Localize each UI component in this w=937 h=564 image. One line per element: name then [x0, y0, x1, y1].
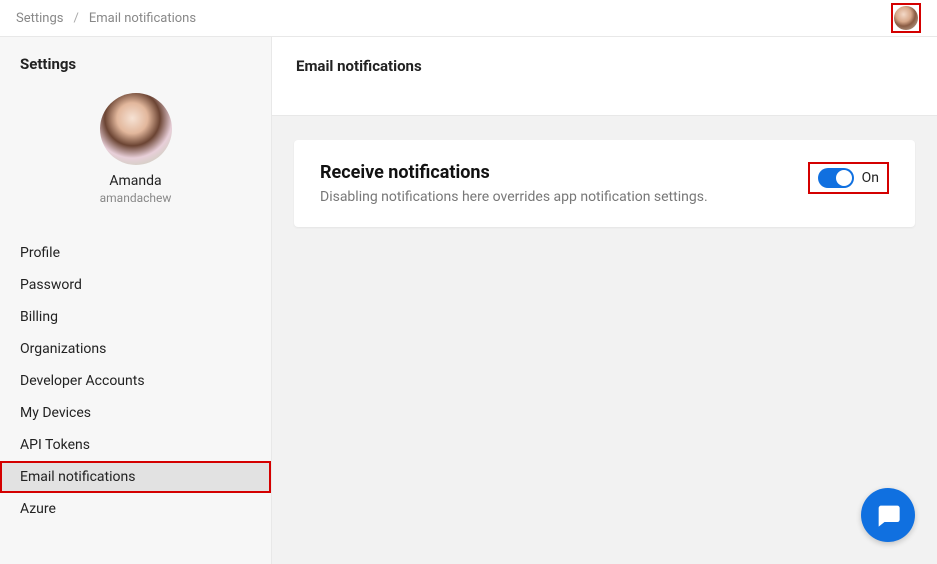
- content-wrap: Settings Amanda amandachew Profile Passw…: [0, 36, 937, 564]
- toggle-knob-icon: [836, 170, 852, 186]
- sidebar-item-my-devices[interactable]: My Devices: [0, 397, 271, 429]
- top-avatar-callout: [891, 3, 921, 33]
- toggle-callout: On: [808, 162, 889, 194]
- profile-avatar-icon[interactable]: [100, 93, 172, 165]
- sidebar-item-password[interactable]: Password: [0, 269, 271, 301]
- receive-notifications-card: Receive notifications Disabling notifica…: [294, 140, 915, 227]
- chat-support-button[interactable]: [861, 488, 915, 542]
- settings-sidebar: Settings Amanda amandachew Profile Passw…: [0, 37, 272, 564]
- sidebar-item-developer-accounts[interactable]: Developer Accounts: [0, 365, 271, 397]
- sidebar-item-organizations[interactable]: Organizations: [0, 333, 271, 365]
- main-panel: Email notifications Receive notification…: [272, 37, 937, 564]
- profile-block: Amanda amandachew: [0, 85, 271, 223]
- sidebar-item-azure[interactable]: Azure: [0, 493, 271, 525]
- chat-icon: [874, 501, 902, 529]
- main-header: Email notifications: [272, 37, 937, 116]
- sidebar-heading: Settings: [0, 37, 271, 85]
- sidebar-item-billing[interactable]: Billing: [0, 301, 271, 333]
- card-text-block: Receive notifications Disabling notifica…: [320, 162, 808, 205]
- card-title: Receive notifications: [320, 162, 808, 183]
- toggle-state-label: On: [862, 170, 879, 186]
- profile-username: amandachew: [100, 191, 172, 205]
- breadcrumb-root-link[interactable]: Settings: [16, 11, 63, 26]
- breadcrumb: Settings / Email notifications: [16, 11, 196, 26]
- profile-name: Amanda: [109, 173, 161, 189]
- page-title: Email notifications: [296, 57, 913, 75]
- top-bar: Settings / Email notifications: [0, 0, 937, 36]
- sidebar-item-email-notifications[interactable]: Email notifications: [0, 461, 271, 493]
- breadcrumb-current: Email notifications: [89, 11, 196, 26]
- user-avatar-icon[interactable]: [894, 6, 918, 30]
- breadcrumb-separator: /: [73, 11, 78, 26]
- sidebar-item-api-tokens[interactable]: API Tokens: [0, 429, 271, 461]
- sidebar-item-profile[interactable]: Profile: [0, 237, 271, 269]
- card-description: Disabling notifications here overrides a…: [320, 189, 808, 205]
- sidebar-nav-list: Profile Password Billing Organizations D…: [0, 237, 271, 525]
- receive-notifications-toggle[interactable]: [818, 168, 854, 188]
